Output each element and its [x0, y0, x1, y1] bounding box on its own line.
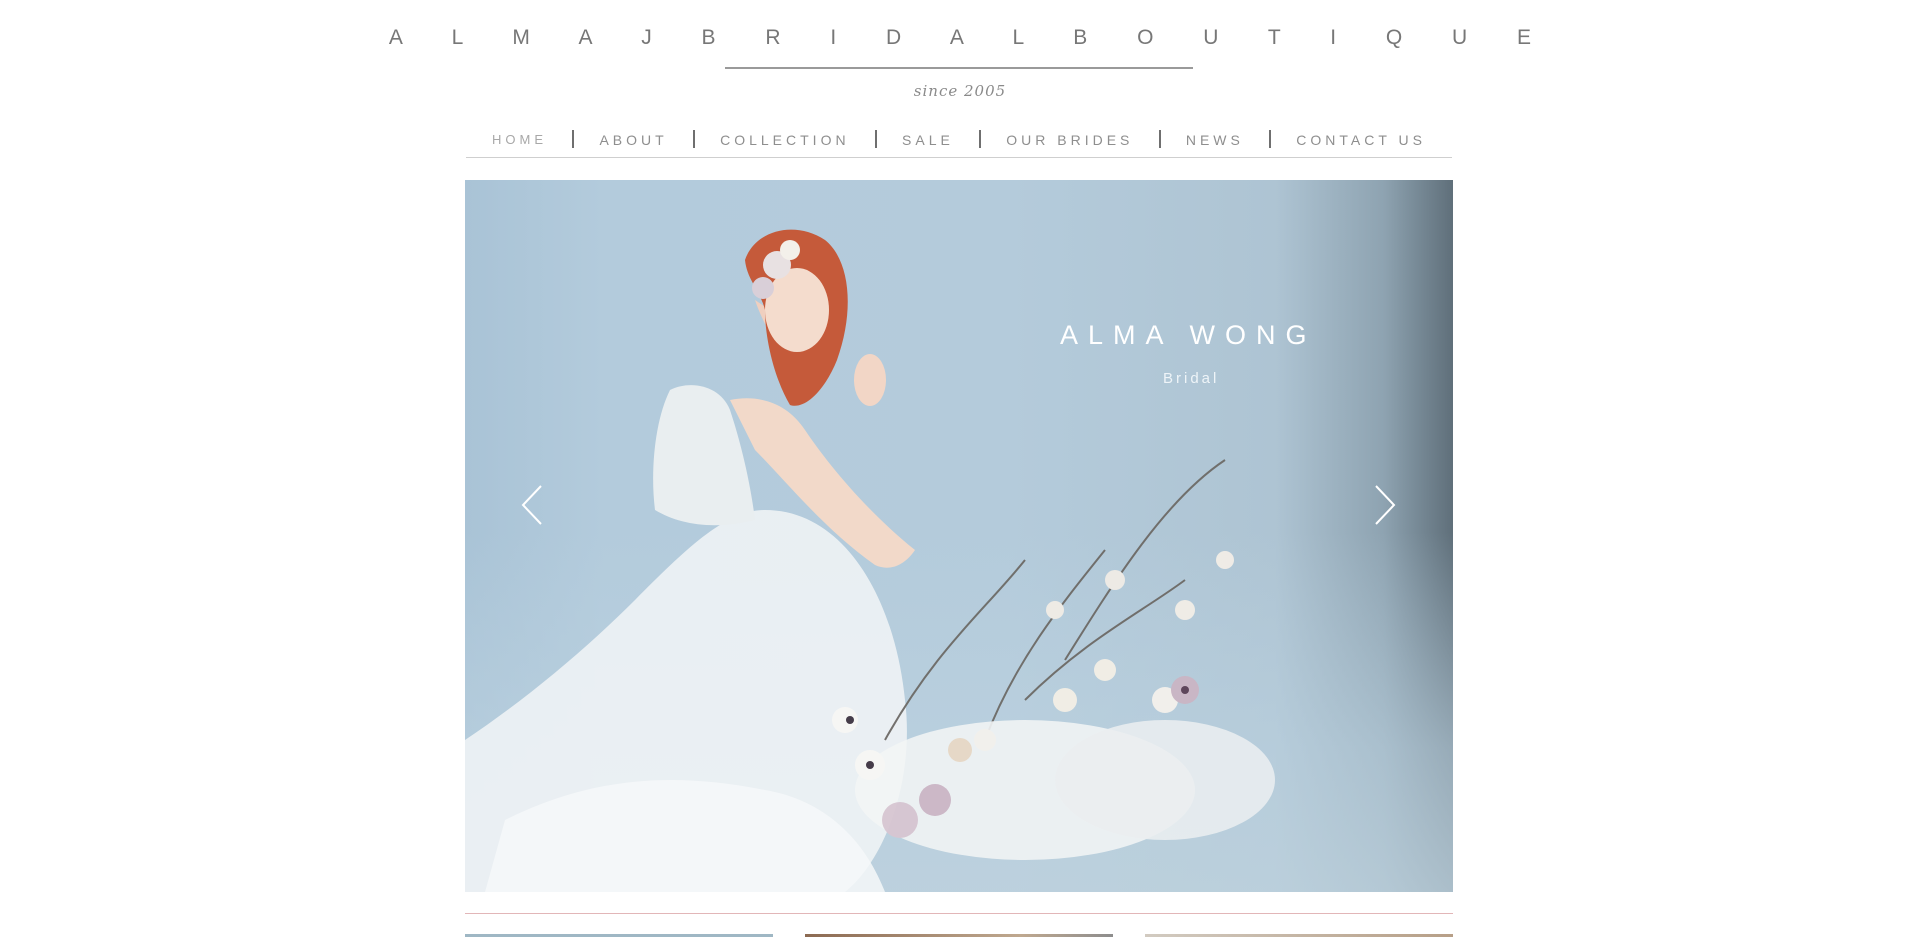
nav-item-about[interactable]: ABOUT [599, 132, 667, 154]
site-header: A L M A J B R I D A L B O U T I Q U E si… [0, 0, 1920, 110]
hero-subtitle: Bridal [1163, 370, 1220, 387]
nav-separator [874, 129, 877, 148]
nav-separator [1269, 129, 1272, 148]
nav-item-news[interactable]: NEWS [1186, 132, 1244, 154]
brand-underline [725, 67, 1193, 69]
chevron-left-icon [521, 485, 542, 525]
since-tagline: since 2005 [913, 82, 1007, 100]
brand-logo-text[interactable]: A L M A J B R I D A L B O U T I Q U E [0, 26, 1920, 50]
slideshow-prev-button[interactable] [509, 480, 559, 530]
slideshow-next-button[interactable] [1358, 480, 1408, 530]
chevron-right-icon [1375, 485, 1396, 525]
section-divider [465, 913, 1453, 914]
nav-item-our-brides[interactable]: OUR BRIDES [1006, 132, 1133, 154]
nav-item-sale[interactable]: SALE [902, 132, 954, 154]
nav-item-contact-us[interactable]: CONTACT US [1296, 132, 1426, 154]
nav-item-home[interactable]: HOME [492, 132, 547, 153]
nav-separator [979, 129, 982, 148]
nav-item-collection[interactable]: COLLECTION [720, 132, 849, 154]
nav-separator [572, 129, 575, 148]
main-nav: HOME ABOUT COLLECTION SALE OUR BRIDES NE… [466, 128, 1452, 158]
nav-separator [1158, 129, 1161, 148]
nav-separator [692, 129, 695, 148]
hero-bride-illustration [465, 229, 1275, 892]
hero-title: ALMA WONG [1060, 320, 1317, 350]
hero-slideshow[interactable]: ALMA WONG Bridal [465, 180, 1453, 892]
